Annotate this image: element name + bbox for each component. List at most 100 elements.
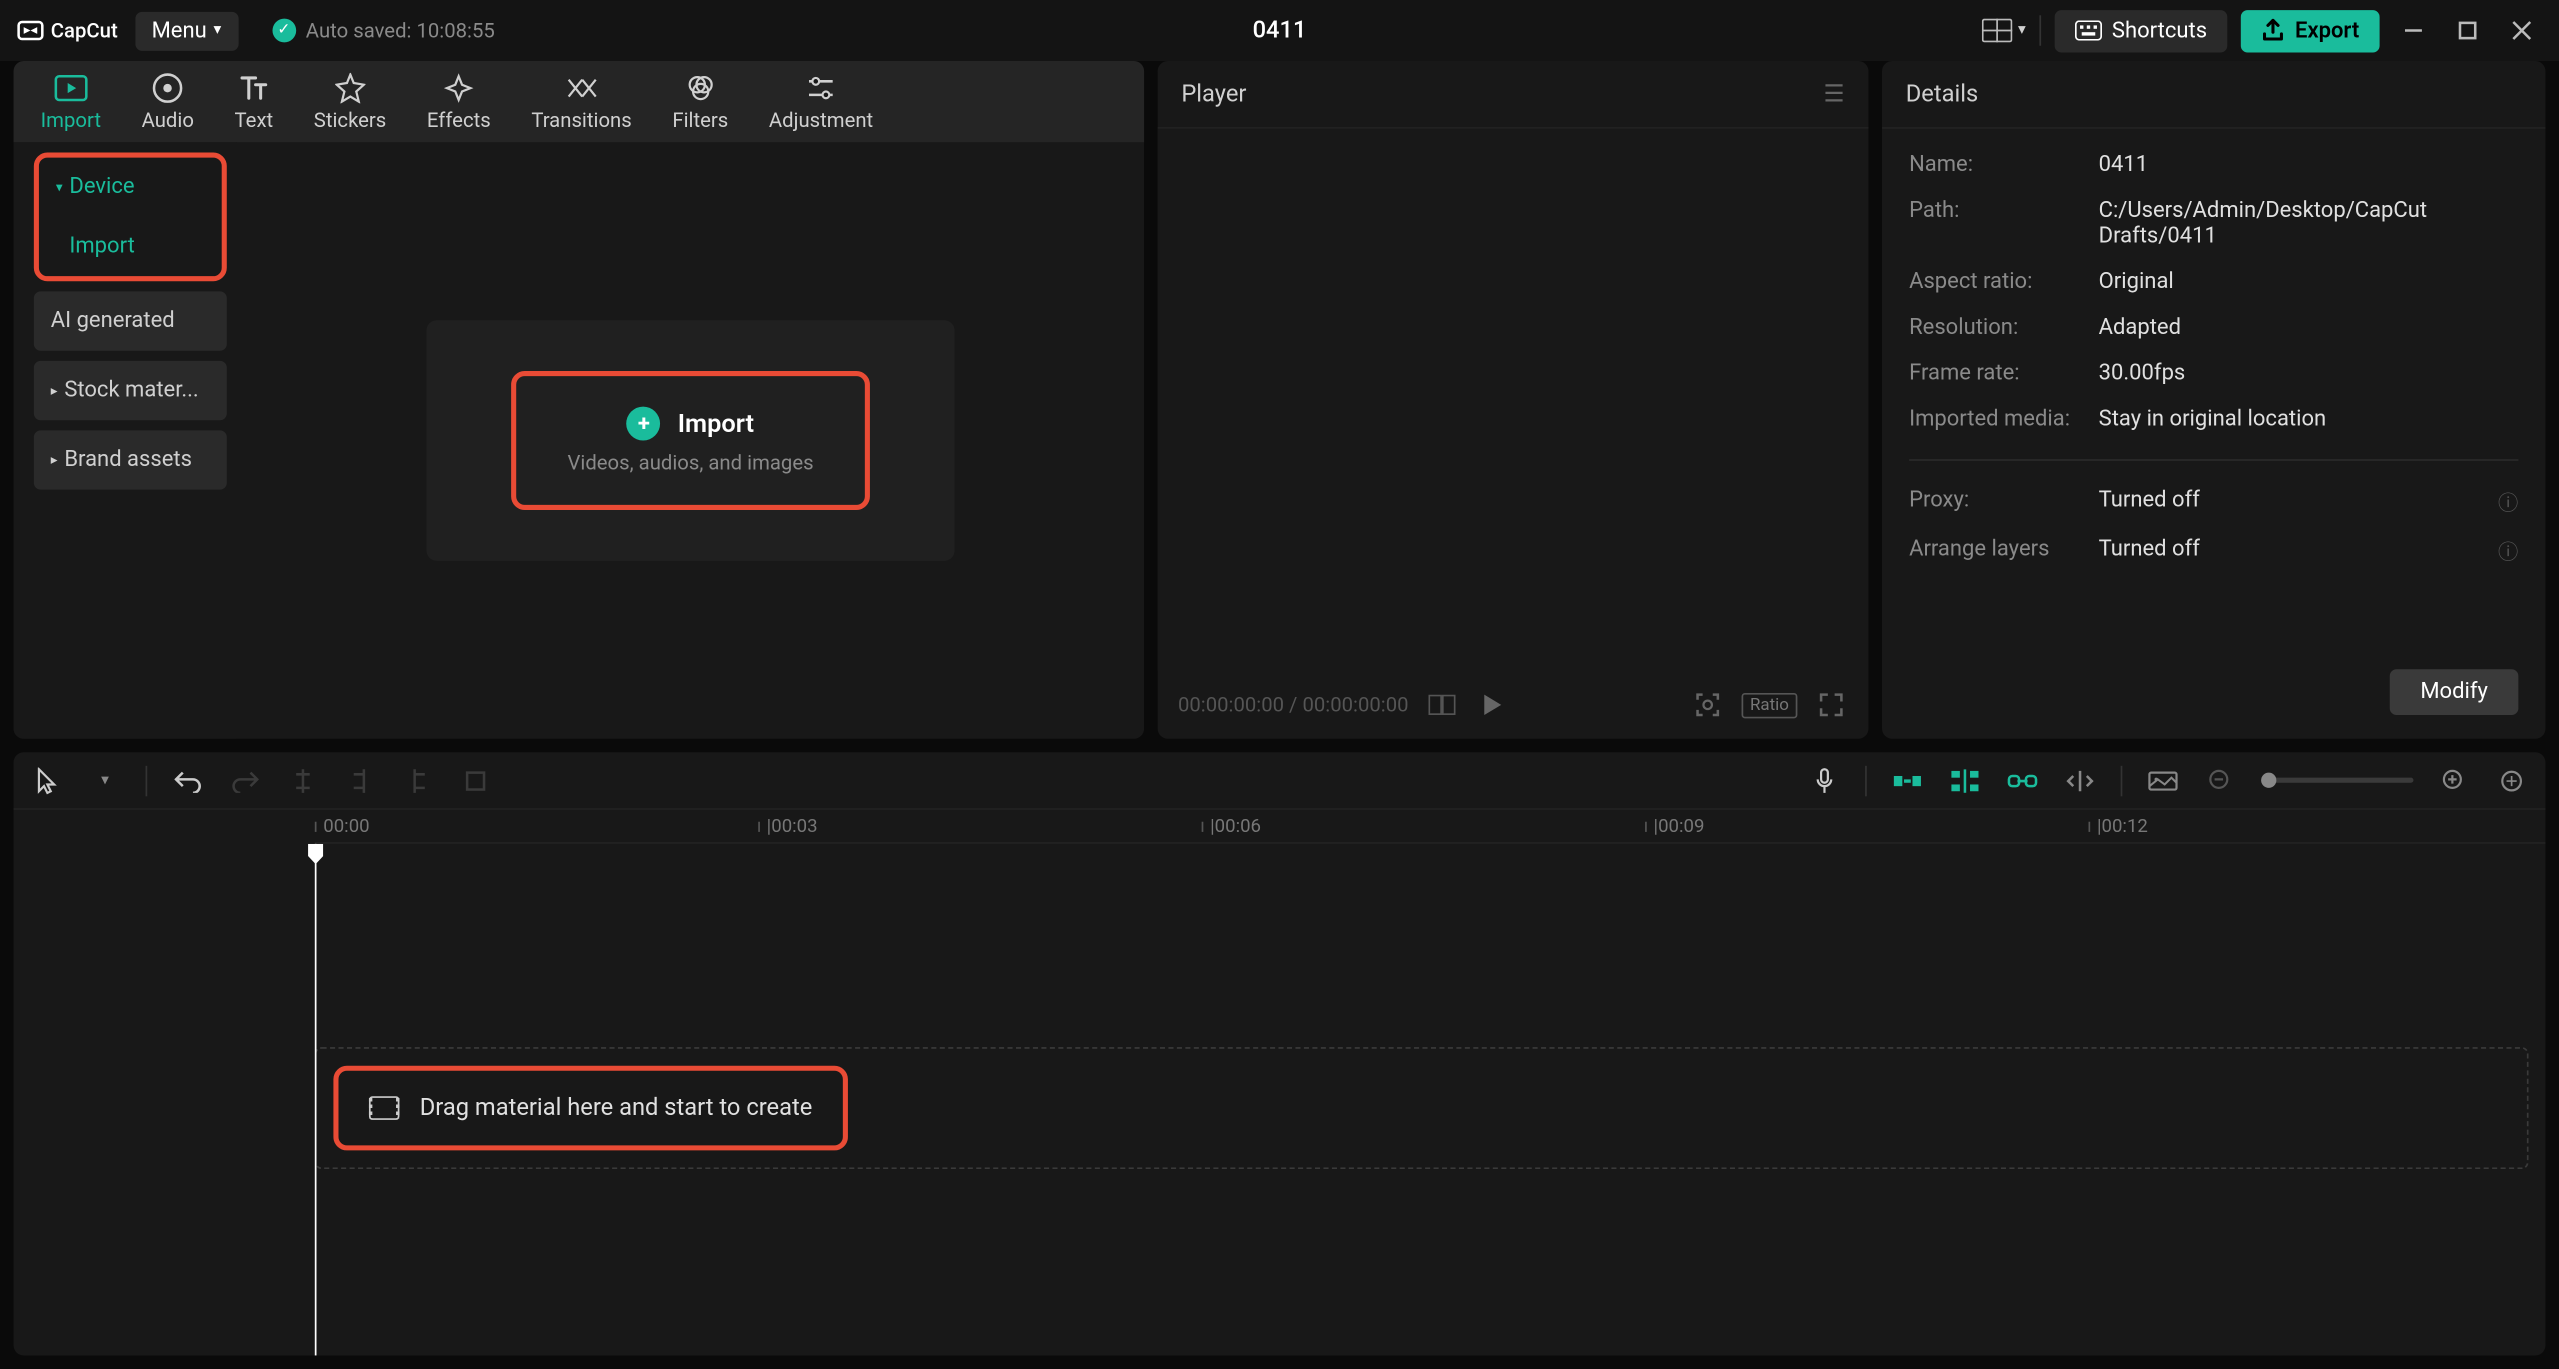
app-logo: CapCut	[17, 17, 118, 44]
modify-button[interactable]: Modify	[2390, 669, 2519, 715]
autosave-label: Auto saved: 10:08:55	[306, 19, 495, 43]
details-proxy-value: Turned off	[2099, 488, 2498, 513]
tab-import[interactable]: Import	[20, 64, 121, 139]
player-viewport	[1158, 129, 1869, 671]
details-layers-label: Arrange layers	[1909, 537, 2099, 562]
minimize-button[interactable]	[2393, 10, 2434, 51]
chevron-down-icon: ▾	[2018, 22, 2026, 39]
export-button[interactable]: Export	[2241, 9, 2380, 51]
zoom-thumb[interactable]	[2261, 773, 2276, 788]
cover-icon[interactable]	[2146, 763, 2180, 797]
project-title: 0411	[1253, 17, 1307, 44]
redo-icon[interactable]	[228, 763, 262, 797]
tab-adjustment[interactable]: Adjustment	[749, 64, 894, 139]
divider	[1909, 459, 2518, 461]
fullscreen-icon[interactable]	[1814, 688, 1848, 722]
info-icon[interactable]: ⓘ	[2498, 488, 2518, 517]
maximize-button[interactable]	[2447, 10, 2488, 51]
divider	[1865, 765, 1867, 795]
delete-right-icon[interactable]	[401, 763, 435, 797]
sidebar-item-stock[interactable]: ▸Stock mater...	[34, 361, 227, 420]
tab-text[interactable]: Text	[214, 64, 293, 139]
tab-transitions[interactable]: Transitions	[511, 64, 652, 139]
triangle-down-icon: ▾	[56, 180, 63, 195]
magnet-main-icon[interactable]	[1890, 763, 1924, 797]
divider	[2039, 15, 2041, 45]
keyboard-icon	[2075, 20, 2102, 40]
magnet-track-icon[interactable]	[1948, 763, 1982, 797]
sidebar-device-group-highlight: ▾Device Import	[34, 152, 227, 281]
import-subtitle: Videos, audios, and images	[567, 451, 813, 475]
link-icon[interactable]	[2006, 763, 2040, 797]
triangle-right-icon: ▸	[51, 452, 58, 467]
pointer-icon[interactable]	[30, 763, 64, 797]
app-name: CapCut	[51, 19, 118, 43]
delete-left-icon[interactable]	[344, 763, 378, 797]
check-icon: ✓	[272, 19, 296, 43]
preview-axis-icon[interactable]	[2063, 763, 2097, 797]
chevron-down-icon[interactable]: ▾	[88, 763, 122, 797]
import-dropzone[interactable]: + Import Videos, audios, and images	[237, 142, 1144, 738]
media-tabs: Import Audio Text Stickers Effects	[14, 61, 1145, 142]
sidebar-item-import[interactable]: Import	[39, 217, 222, 276]
close-button[interactable]	[2501, 10, 2542, 51]
timeline-track[interactable]: Drag material here and start to create	[315, 1047, 2529, 1169]
player-menu-icon[interactable]: ☰	[1824, 80, 1845, 107]
split-icon[interactable]	[286, 763, 320, 797]
details-title: Details	[1906, 80, 1979, 107]
zoom-out-icon[interactable]	[2204, 763, 2238, 797]
stickers-icon	[333, 71, 367, 105]
tab-audio[interactable]: Audio	[121, 64, 214, 139]
details-path-label: Path:	[1909, 198, 2099, 223]
mic-icon[interactable]	[1808, 763, 1842, 797]
timeline-body[interactable]: Drag material here and start to create	[14, 844, 2546, 1356]
info-icon[interactable]: ⓘ	[2498, 537, 2518, 566]
play-button[interactable]	[1476, 688, 1510, 722]
menu-button[interactable]: Menu ▾	[135, 11, 238, 50]
crop-icon[interactable]	[459, 763, 493, 797]
timeline-toolbar: ▾	[14, 752, 2546, 810]
text-icon	[237, 71, 271, 105]
zoom-fit-icon[interactable]	[2495, 763, 2529, 797]
zoom-slider[interactable]	[2261, 778, 2413, 783]
scan-icon[interactable]	[1691, 688, 1725, 722]
titlebar: CapCut Menu ▾ ✓ Auto saved: 10:08:55 041…	[0, 0, 2559, 61]
ruler-tick: |00:06	[1202, 815, 1261, 837]
undo-icon[interactable]	[171, 763, 205, 797]
zoom-in-icon[interactable]	[2437, 763, 2471, 797]
ratio-button[interactable]: Ratio	[1742, 692, 1798, 717]
sidebar-item-ai[interactable]: AI generated	[34, 291, 227, 350]
playhead[interactable]	[315, 844, 317, 1356]
details-panel: Details Name:0411 Path:C:/Users/Admin/De…	[1882, 61, 2545, 739]
shortcuts-label: Shortcuts	[2112, 18, 2207, 43]
ruler-tick: 00:00	[315, 815, 370, 837]
timeline-ruler[interactable]: 00:00 |00:03 |00:06 |00:09 |00:12	[315, 810, 2546, 844]
details-ratio-value: Original	[2099, 269, 2519, 294]
player-panel: Player ☰ 00:00:00:00 / 00:00:00:00 Ratio	[1158, 61, 1869, 739]
details-fps-value: 30.00fps	[2099, 361, 2519, 386]
audio-icon	[151, 71, 185, 105]
plus-icon: +	[627, 407, 661, 441]
sidebar-item-brand[interactable]: ▸Brand assets	[34, 430, 227, 489]
details-name-label: Name:	[1909, 152, 2099, 177]
import-title: Import	[678, 408, 754, 438]
import-icon	[54, 71, 88, 105]
sidebar-item-device[interactable]: ▾Device	[39, 158, 222, 217]
ruler-tick: |00:09	[1645, 815, 1704, 837]
divider	[2121, 765, 2123, 795]
details-media-label: Imported media:	[1909, 407, 2099, 432]
divider	[146, 765, 148, 795]
tab-stickers[interactable]: Stickers	[293, 64, 406, 139]
details-media-value: Stay in original location	[2099, 407, 2519, 432]
tab-effects[interactable]: Effects	[407, 64, 511, 139]
drag-hint-text: Drag material here and start to create	[420, 1095, 813, 1122]
shortcuts-button[interactable]: Shortcuts	[2054, 9, 2227, 51]
layout-button[interactable]: ▾	[1982, 19, 2025, 43]
export-icon	[2261, 19, 2285, 43]
compare-icon[interactable]	[1425, 688, 1459, 722]
menu-label: Menu	[152, 18, 207, 43]
details-path-value: C:/Users/Admin/Desktop/CapCut Drafts/041…	[2099, 198, 2519, 249]
ruler-tick: |00:03	[758, 815, 817, 837]
tab-filters[interactable]: Filters	[652, 64, 749, 139]
effects-icon	[442, 71, 476, 105]
